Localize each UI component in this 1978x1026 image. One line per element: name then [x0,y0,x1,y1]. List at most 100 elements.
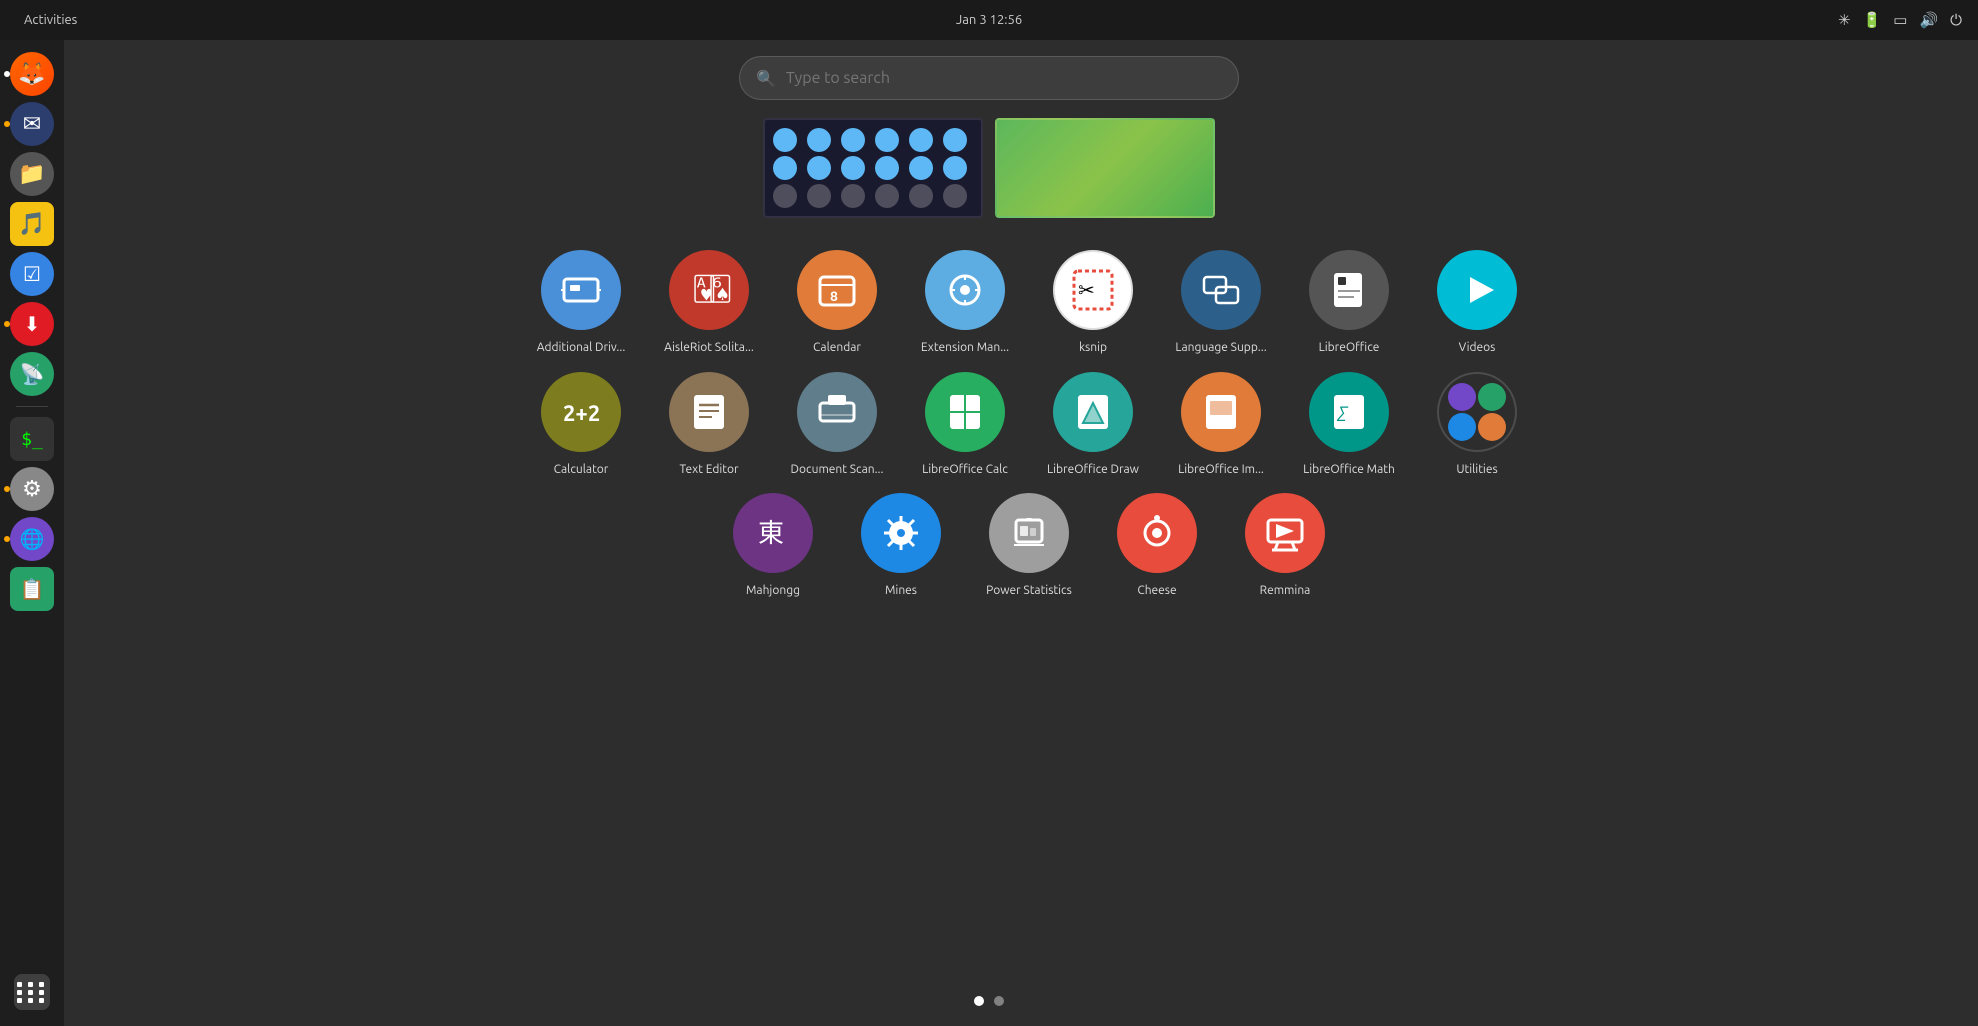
app-label-cheese: Cheese [1137,583,1176,599]
app-document-scanner[interactable]: Document Scan... [777,372,897,478]
app-label-power-statistics: Power Statistics [986,583,1072,599]
dock-item-rhythmbox[interactable]: 🎵 [10,202,54,246]
app-icon-text-editor [669,372,749,452]
search-input[interactable] [786,69,1222,87]
app-mines[interactable]: Mines [841,493,961,599]
show-apps-button[interactable] [14,974,50,1010]
topbar-left: Activities [16,9,85,31]
window-preview-files[interactable] [763,118,983,218]
topbar-right: ✳ 🔋 ▭ 🔊 ⏻ [1838,11,1962,29]
app-icon-libreoffice-math: ∑ [1309,372,1389,452]
power-icon[interactable]: ⏻ [1950,11,1962,29]
page-dot-1[interactable] [974,996,984,1006]
app-libreoffice-draw[interactable]: LibreOffice Draw [1033,372,1153,478]
app-icon-power-statistics [989,493,1069,573]
app-cheese[interactable]: Cheese [1097,493,1217,599]
app-mahjongg[interactable]: 東 Mahjongg [713,493,833,599]
app-label-libreoffice-math: LibreOffice Math [1303,462,1395,478]
app-label-calendar: Calendar [813,340,861,356]
svg-text:✂: ✂ [1078,278,1095,301]
page-dots [974,996,1004,1006]
app-libreoffice-impress[interactable]: LibreOffice Im... [1161,372,1281,478]
apps-grid-icon [17,982,47,1003]
app-text-editor[interactable]: Text Editor [649,372,769,478]
app-icon-videos [1437,250,1517,330]
utilities-grid-icon [1442,377,1512,447]
app-row-1: Additional Driv... 🂱🂦 AisleRiot Solita..… [521,250,1537,356]
app-label-utilities: Utilities [1456,462,1497,478]
search-bar[interactable]: 🔍 [739,56,1239,100]
app-videos[interactable]: Videos [1417,250,1537,356]
svg-text:🂦: 🂦 [708,274,733,303]
window-preview-desktop[interactable] [995,118,1215,218]
app-icon-calendar: 8 [797,250,877,330]
app-icon-mahjongg: 東 [733,493,813,573]
app-power-statistics[interactable]: Power Statistics [969,493,1089,599]
app-icon-libreoffice-impress [1181,372,1261,452]
app-label-libreoffice: LibreOffice [1319,340,1380,356]
app-icon-libreoffice-draw [1053,372,1133,452]
dock-item-settings[interactable]: ⚙ [10,467,54,511]
svg-text:8: 8 [830,288,838,304]
dock: 🦊 ✉ 📁 🎵 ☑ ⬇ 📡 $_ ⚙ 🌐 📋 [0,40,64,1026]
extensions-icon[interactable]: ✳ [1838,11,1851,29]
app-label-ksnip: ksnip [1079,340,1107,356]
window-previews [763,118,1215,218]
svg-text:東: 東 [758,518,784,547]
app-icon-calculator: 2+2 [541,372,621,452]
app-icon-mines [861,493,941,573]
app-libreoffice-math[interactable]: ∑ LibreOffice Math [1289,372,1409,478]
app-label-libreoffice-draw: LibreOffice Draw [1047,462,1139,478]
app-label-document-scanner: Document Scan... [791,462,884,478]
app-label-extension-manager: Extension Man... [921,340,1009,356]
app-label-mines: Mines [885,583,917,599]
app-libreoffice-calc[interactable]: LibreOffice Calc [905,372,1025,478]
app-row-2: 2+2 Calculator Text Editor Document Scan… [521,372,1537,478]
dock-item-files[interactable]: 📁 [10,152,54,196]
app-calculator[interactable]: 2+2 Calculator [521,372,641,478]
app-icon-remmina [1245,493,1325,573]
dock-item-thunderbird[interactable]: ✉ [10,102,54,146]
app-aisleriot[interactable]: 🂱🂦 AisleRiot Solita... [649,250,769,356]
app-icon-ksnip: ✂ [1053,250,1133,330]
dock-item-clipboard[interactable]: 📋 [10,567,54,611]
activities-button[interactable]: Activities [16,9,85,31]
app-language-support[interactable]: Language Supp... [1161,250,1281,356]
topbar-datetime: Jan 3 12:56 [956,13,1022,27]
screen-icon[interactable]: ▭ [1893,11,1907,29]
page-dot-2[interactable] [994,996,1004,1006]
app-icon-extension-manager [925,250,1005,330]
dock-item-casts[interactable]: 📡 [10,352,54,396]
app-icon-cheese [1117,493,1197,573]
app-label-libreoffice-impress: LibreOffice Im... [1178,462,1264,478]
volume-icon[interactable]: 🔊 [1919,11,1938,29]
app-label-videos: Videos [1459,340,1496,356]
dock-item-terminal[interactable]: $_ [10,417,54,461]
app-icon-libreoffice-calc [925,372,1005,452]
app-remmina[interactable]: Remmina [1225,493,1345,599]
dock-item-downloads[interactable]: ⬇ [10,302,54,346]
app-ksnip[interactable]: ✂ ksnip [1033,250,1153,356]
app-icon-aisleriot: 🂱🂦 [669,250,749,330]
app-libreoffice[interactable]: LibreOffice [1289,250,1409,356]
app-label-mahjongg: Mahjongg [746,583,800,599]
app-extension-manager[interactable]: Extension Man... [905,250,1025,356]
app-calendar[interactable]: 8 Calendar [777,250,897,356]
dock-item-firefox[interactable]: 🦊 [10,52,54,96]
dock-item-connections[interactable]: 🌐 [10,517,54,561]
app-icon-libreoffice [1309,250,1389,330]
app-label-additional-drivers: Additional Driv... [537,340,626,356]
app-additional-drivers[interactable]: Additional Driv... [521,250,641,356]
app-label-calculator: Calculator [554,462,609,478]
app-icon-language-support [1181,250,1261,330]
topbar: Activities Jan 3 12:56 ✳ 🔋 ▭ 🔊 ⏻ [0,0,1978,40]
app-icon-document-scanner [797,372,877,452]
battery-icon[interactable]: 🔋 [1863,11,1882,29]
svg-text:2+2: 2+2 [563,401,600,426]
dock-item-todo[interactable]: ☑ [10,252,54,296]
app-grid: Additional Driv... 🂱🂦 AisleRiot Solita..… [80,250,1978,966]
app-label-remmina: Remmina [1260,583,1311,599]
app-utilities[interactable]: Utilities [1417,372,1537,478]
dock-separator [16,406,48,407]
app-row-3: 東 Mahjongg Mines Power Statistics Cheese [713,493,1345,599]
